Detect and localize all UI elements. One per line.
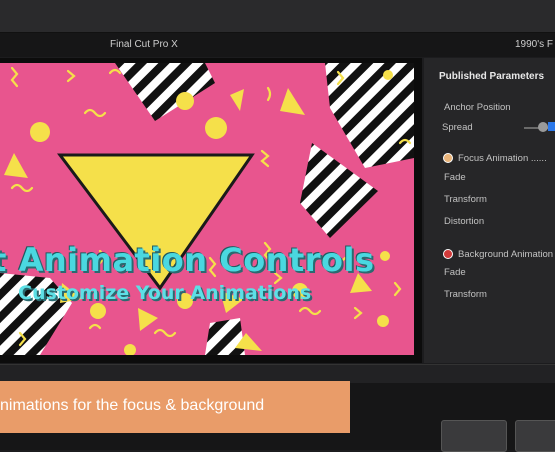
param-bg-fade[interactable]: Fade bbox=[444, 267, 466, 278]
preview-canvas: xt Animation Controls Customize Your Ani… bbox=[0, 63, 414, 355]
inspector-panel: Published Parameters Anchor Position Spr… bbox=[424, 58, 555, 363]
spread-keyframe-indicator[interactable] bbox=[548, 122, 555, 131]
param-spread[interactable]: Spread bbox=[442, 122, 473, 133]
section-background-animation[interactable]: Background Animation bbox=[458, 249, 553, 260]
focus-animation-icon bbox=[443, 153, 453, 163]
background-animation-icon bbox=[443, 249, 453, 259]
param-focus-distortion[interactable]: Distortion bbox=[444, 216, 484, 227]
main-title-text: xt Animation Controls bbox=[0, 241, 375, 279]
spread-slider-knob[interactable] bbox=[538, 122, 548, 132]
project-title: 1990's F bbox=[515, 39, 554, 50]
viewer[interactable]: xt Animation Controls Customize Your Ani… bbox=[0, 58, 422, 363]
subtitle-text: Customize Your Animations bbox=[18, 282, 312, 304]
tutorial-caption-banner: nimations for the focus & background bbox=[0, 381, 350, 433]
browser-thumbnail[interactable] bbox=[441, 420, 507, 452]
published-parameters-header: Published Parameters bbox=[439, 71, 545, 82]
browser-thumbnail[interactable] bbox=[515, 420, 555, 452]
caption-text: nimations for the focus & background bbox=[0, 397, 265, 414]
section-focus-animation[interactable]: Focus Animation ...... bbox=[458, 153, 547, 164]
app-title: Final Cut Pro X bbox=[110, 39, 178, 50]
param-anchor-position[interactable]: Anchor Position bbox=[444, 102, 511, 113]
param-focus-fade[interactable]: Fade bbox=[444, 172, 466, 183]
memphis-background bbox=[0, 63, 414, 355]
param-focus-transform[interactable]: Transform bbox=[444, 194, 487, 205]
striped-shape bbox=[205, 318, 245, 355]
top-toolbar bbox=[0, 0, 555, 33]
param-bg-transform[interactable]: Transform bbox=[444, 289, 487, 300]
viewer-titlebar: Final Cut Pro X 1990's F bbox=[0, 33, 555, 57]
